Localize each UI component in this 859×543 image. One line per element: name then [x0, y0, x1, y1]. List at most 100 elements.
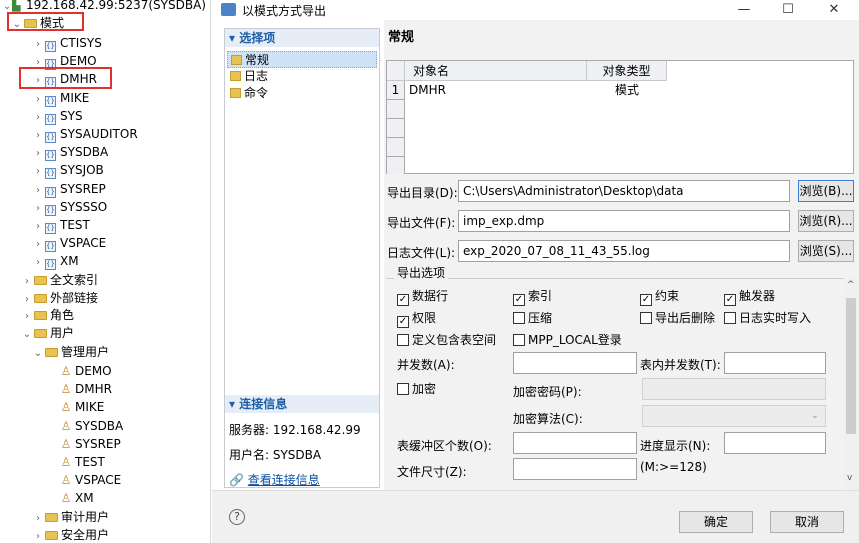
tree-schema-item[interactable]: ›{} CTISYS — [33, 34, 102, 52]
buffer-count-field[interactable] — [513, 432, 637, 454]
select-section-header[interactable]: ▾ 选择项 — [225, 29, 379, 47]
checkbox-realtime-log[interactable]: 日志实时写入 — [724, 311, 811, 325]
options-scrollbar[interactable]: ^ v — [844, 278, 858, 490]
page-icon — [230, 71, 241, 81]
tree-folder-dblink[interactable]: › 外部链接 — [22, 289, 98, 307]
maximize-icon[interactable]: ☐ — [768, 0, 808, 20]
help-icon[interactable]: ? — [229, 509, 245, 525]
connection-section-header[interactable]: ▾ 连接信息 — [225, 395, 379, 413]
tree-folder-users[interactable]: ⌄ 用户 — [22, 324, 74, 342]
checkbox-box[interactable] — [513, 312, 525, 324]
browse-file-button[interactable]: 浏览(R)... — [798, 210, 854, 232]
tree-schema-item[interactable]: ›{} SYSJOB — [33, 161, 104, 180]
tree-user-item[interactable]: ♙ XM — [60, 489, 94, 507]
tree-schema-item[interactable]: ›{} SYSREP — [33, 180, 106, 198]
schema-icon: {} — [45, 259, 56, 271]
tree-folder-fulltext[interactable]: › 全文索引 — [22, 271, 98, 289]
schema-icon: {} — [45, 204, 56, 216]
tree-folder-role[interactable]: › 角色 — [22, 306, 74, 324]
tree-schema-item[interactable]: ›{} SYS — [33, 107, 83, 125]
progress-field[interactable] — [724, 432, 826, 454]
column-header-name[interactable]: 对象名 — [405, 61, 587, 81]
checkbox-encrypt[interactable]: 加密 — [397, 382, 436, 396]
checkbox-include-tablespace[interactable]: 定义包含表空间 — [397, 333, 496, 347]
view-connection-link[interactable]: 🔗 查看连接信息 — [229, 471, 320, 488]
tree-schema-item[interactable]: ›{} SYSSSO — [33, 198, 107, 216]
tree-user-item[interactable]: ♙ DEMO — [60, 362, 112, 380]
nav-item-log[interactable]: 日志 — [227, 68, 377, 85]
scrollbar-thumb[interactable] — [846, 298, 856, 434]
checkbox-box[interactable] — [724, 312, 736, 324]
chevron-right-icon[interactable]: › — [33, 528, 43, 543]
tree-folder-security-users[interactable]: › 安全用户 — [33, 526, 109, 543]
export-dialog: 以模式方式导出 — ☐ ✕ ▾ 选择项 常规 日志 命令 ▾ 连接信息 服务器:… — [212, 0, 859, 543]
checkbox-triggers[interactable]: ✓ 触发器 — [724, 289, 775, 306]
tree-schema-item[interactable]: ›{} TEST — [33, 216, 90, 234]
cancel-button[interactable]: 取消 — [770, 511, 844, 533]
encrypt-password-label: 加密密码(P): — [513, 385, 582, 399]
schema-icon: {} — [45, 241, 56, 253]
nav-item-command[interactable]: 命令 — [227, 85, 377, 102]
encrypt-algorithm-select[interactable]: ⌄ — [642, 405, 826, 427]
tree-schema-item[interactable]: ›{} VSPACE — [33, 234, 106, 253]
encrypt-algorithm-label: 加密算法(C): — [513, 412, 583, 426]
folder-icon — [34, 276, 47, 285]
checkbox-box[interactable] — [397, 383, 409, 395]
tree-user-item[interactable]: ♙ MIKE — [60, 398, 105, 416]
browse-dir-button[interactable]: 浏览(B)... — [798, 180, 854, 202]
tree-user-item[interactable]: ♙ DMHR — [60, 380, 112, 398]
checkbox-box[interactable]: ✓ — [640, 294, 652, 306]
table-cell-type[interactable]: 模式 — [587, 81, 667, 100]
scroll-up-icon[interactable]: ^ — [847, 280, 855, 290]
tree-schema-item[interactable]: ›{} XM — [33, 252, 79, 272]
ok-button[interactable]: 确定 — [679, 511, 753, 533]
checkbox-constraints[interactable]: ✓ 约束 — [640, 289, 679, 306]
column-header-type[interactable]: 对象类型 — [587, 61, 667, 81]
checkbox-privileges[interactable]: ✓ 权限 — [397, 311, 436, 328]
tree-folder-admin-users[interactable]: ⌄ 管理用户 — [33, 343, 109, 361]
checkbox-indexes[interactable]: ✓ 索引 — [513, 289, 552, 306]
checkbox-box[interactable] — [513, 334, 525, 346]
checkbox-box[interactable] — [397, 334, 409, 346]
checkbox-data-rows[interactable]: ✓ 数据行 — [397, 289, 448, 306]
export-file-field[interactable]: imp_exp.dmp — [458, 210, 790, 232]
folder-icon — [45, 513, 58, 522]
tree-user-item[interactable]: ♙ TEST — [60, 453, 105, 471]
tree-user-item[interactable]: ♙ SYSREP — [60, 435, 121, 453]
minimize-icon[interactable]: — — [724, 0, 764, 20]
chevron-right-icon[interactable]: › — [33, 254, 43, 272]
file-size-hint: (M:>=128) — [640, 460, 707, 474]
checkbox-delete-after-export[interactable]: 导出后删除 — [640, 311, 715, 325]
checkbox-box[interactable]: ✓ — [724, 294, 736, 306]
parallel-field[interactable] — [513, 352, 637, 374]
schema-icon: {} — [45, 41, 56, 52]
chevron-down-icon[interactable]: ⌄ — [33, 345, 43, 363]
folder-icon — [45, 348, 58, 357]
tree-schema-item[interactable]: ›{} SYSDBA — [33, 143, 108, 162]
close-icon[interactable]: ✕ — [814, 0, 854, 20]
tree-folder-audit-users[interactable]: › 审计用户 — [33, 508, 109, 526]
table-parallel-field[interactable] — [724, 352, 826, 374]
table-cell-name[interactable]: DMHR — [409, 81, 446, 100]
checkbox-box[interactable]: ✓ — [397, 316, 409, 328]
folder-icon — [34, 329, 47, 338]
schema-icon: {} — [45, 223, 56, 234]
options-nav-panel: ▾ 选择项 常规 日志 命令 ▾ 连接信息 服务器: 192.168.42.99… — [224, 28, 380, 488]
tree-schema-item[interactable]: ›{} MIKE — [33, 89, 89, 107]
checkbox-box[interactable]: ✓ — [513, 294, 525, 306]
browse-log-button[interactable]: 浏览(S)... — [798, 240, 854, 262]
tree-schema-item[interactable]: ›{} SYSAUDITOR — [33, 125, 138, 143]
checkbox-mpp-local[interactable]: MPP_LOCAL登录 — [513, 333, 622, 347]
scroll-down-icon[interactable]: v — [847, 473, 852, 483]
chevron-down-icon[interactable]: ⌄ — [22, 326, 32, 344]
export-dir-field[interactable]: C:\Users\Administrator\Desktop\data — [458, 180, 790, 202]
checkbox-compress[interactable]: 压缩 — [513, 311, 552, 325]
file-size-field[interactable] — [513, 458, 637, 480]
nav-item-general[interactable]: 常规 — [227, 51, 377, 68]
tree-user-item[interactable]: ♙ VSPACE — [60, 471, 122, 489]
checkbox-box[interactable]: ✓ — [397, 294, 409, 306]
encrypt-password-field[interactable] — [642, 378, 826, 400]
log-file-field[interactable]: exp_2020_07_08_11_43_55.log — [458, 240, 790, 262]
checkbox-box[interactable] — [640, 312, 652, 324]
tree-user-item[interactable]: ♙ SYSDBA — [60, 417, 124, 435]
